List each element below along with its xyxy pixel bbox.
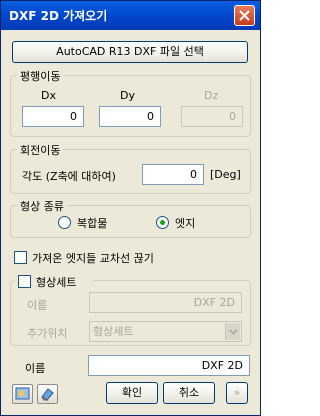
dx-label: Dx	[41, 89, 56, 102]
add-position-select[interactable]: 형상세트	[89, 321, 242, 342]
title-bar[interactable]: DXF 2D 가져오기	[1, 1, 260, 30]
dx-input[interactable]: 0	[22, 106, 84, 127]
add-position-label: 추가위치	[27, 327, 68, 340]
preview-icon	[15, 387, 30, 400]
eraser-button[interactable]	[37, 384, 58, 404]
dy-label: Dy	[120, 89, 135, 102]
shape-set-checkbox[interactable]	[18, 275, 31, 288]
window-title: DXF 2D 가져오기	[9, 9, 108, 23]
preview-button[interactable]	[12, 384, 33, 404]
dz-label: Dz	[204, 89, 219, 102]
ok-label: 확인	[121, 386, 143, 399]
shape-set-legend: 형상세트	[15, 273, 93, 289]
shape-set-name-input[interactable]: DXF 2D	[89, 292, 242, 313]
translate-legend: 평행이동	[17, 68, 64, 84]
dy-input[interactable]: 0	[99, 106, 161, 127]
radio-composite[interactable]	[58, 216, 71, 229]
angle-label: 각도 (Z축에 대하여)	[22, 170, 116, 183]
radio-edge-label[interactable]: 엣지	[175, 215, 195, 231]
expand-chevron-icon: »	[233, 386, 241, 399]
dropdown-arrow[interactable]	[225, 323, 240, 340]
radio-edge[interactable]	[156, 216, 169, 229]
cut-edges-checkbox[interactable]	[14, 251, 27, 264]
cancel-label: 취소	[178, 386, 200, 399]
eraser-icon	[41, 388, 54, 401]
radio-edge-selected-dot	[160, 220, 165, 225]
select-dxf-file-label: AutoCAD R13 DXF 파일 선택	[56, 45, 204, 58]
shape-type-legend: 형상 종류	[17, 198, 67, 214]
shape-type-group: 형상 종류 복합물 엣지	[10, 198, 251, 238]
angle-unit: [Deg]	[210, 168, 241, 181]
cancel-button[interactable]: 취소	[163, 382, 215, 404]
name-label: 이름	[25, 362, 46, 375]
rotate-legend: 회전이동	[17, 142, 64, 158]
close-button[interactable]	[234, 5, 255, 26]
ok-button[interactable]: 확인	[106, 382, 158, 404]
chevron-down-icon	[229, 329, 238, 335]
select-dxf-file-button[interactable]: AutoCAD R13 DXF 파일 선택	[12, 41, 248, 63]
add-position-value: 형상세트	[93, 325, 134, 338]
rotate-group: 회전이동 각도 (Z축에 대하여) 0 [Deg]	[10, 142, 251, 194]
translate-group: 평행이동 Dx Dy Dz 0 0 0	[10, 68, 251, 137]
expand-button[interactable]: »	[226, 382, 248, 404]
shape-set-name-label: 이름	[27, 299, 48, 312]
shape-set-legend-label[interactable]: 형상세트	[36, 274, 76, 290]
dxf-import-dialog: DXF 2D 가져오기 AutoCAD R13 DXF 파일 선택 평행이동 D…	[0, 0, 261, 416]
radio-composite-label[interactable]: 복합물	[77, 215, 107, 231]
dz-input[interactable]: 0	[181, 106, 243, 127]
angle-input[interactable]: 0	[142, 164, 204, 185]
shape-set-group: 형상세트 이름 DXF 2D 추가위치 형상세트	[10, 273, 251, 346]
cut-edges-label[interactable]: 가져온 엣지들 교차선 끊기	[32, 250, 154, 266]
name-input[interactable]: DXF 2D	[88, 355, 250, 376]
close-icon	[239, 10, 250, 21]
